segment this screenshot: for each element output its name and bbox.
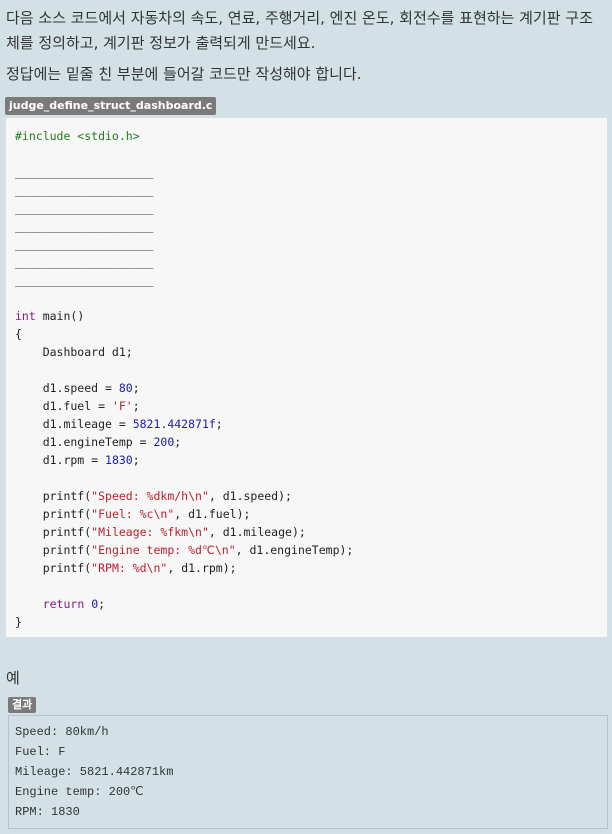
code-line: ____________________ bbox=[15, 163, 353, 181]
code-token: ; bbox=[132, 381, 140, 395]
code-token: ____________________ bbox=[15, 273, 154, 287]
code-line: printf("RPM: %d\n", d1.rpm); bbox=[15, 559, 353, 577]
code-token: int bbox=[15, 309, 36, 323]
code-token: , d1.rpm); bbox=[167, 561, 237, 575]
answer-instruction: 정답에는 밑줄 친 부분에 들어갈 코드만 작성해야 합니다. bbox=[6, 65, 362, 83]
code-token: return bbox=[42, 597, 85, 611]
code-line: d1.fuel = 'F'; bbox=[15, 397, 353, 415]
output-line: Mileage: 5821.442871km bbox=[15, 765, 174, 779]
code-token: Dashboard d1; bbox=[15, 345, 133, 359]
code-token: "Fuel: %c\n" bbox=[91, 507, 175, 521]
code-token: d1.fuel = bbox=[15, 399, 112, 413]
result-label-tag: 결과 bbox=[8, 697, 37, 713]
code-line: Dashboard d1; bbox=[15, 343, 353, 361]
code-line: ____________________ bbox=[15, 271, 353, 289]
code-token: , d1.fuel); bbox=[174, 507, 251, 521]
code-token: printf( bbox=[15, 489, 92, 503]
code-token: printf( bbox=[15, 543, 92, 557]
code-line: ____________________ bbox=[15, 199, 353, 217]
code-token: { bbox=[15, 327, 22, 341]
code-token: ____________________ bbox=[15, 201, 154, 215]
code-token: d1.engineTemp = bbox=[15, 435, 154, 449]
code-token: "Mileage: %fkm\n" bbox=[91, 525, 209, 539]
example-heading: 예 bbox=[6, 669, 20, 687]
code-token: ____________________ bbox=[15, 237, 154, 251]
code-token: 5821.442871f bbox=[132, 417, 216, 431]
code-block: #include <stdio.h> ____________________ _… bbox=[5, 117, 608, 638]
code-line: ____________________ bbox=[15, 235, 353, 253]
code-token: 1830 bbox=[105, 453, 133, 467]
code-token: ; bbox=[132, 399, 140, 413]
code-line: { bbox=[15, 325, 353, 343]
code-line: ____________________ bbox=[15, 181, 353, 199]
code-lines: #include <stdio.h> ____________________ _… bbox=[15, 127, 353, 631]
code-token: 'F' bbox=[111, 399, 133, 413]
code-line: #include <stdio.h> bbox=[15, 127, 353, 145]
code-token: ; bbox=[174, 435, 182, 449]
code-filename-tag: judge_define_struct_dashboard.c bbox=[5, 97, 217, 115]
code-token: printf( bbox=[15, 561, 92, 575]
output-line: Speed: 80km/h bbox=[15, 725, 109, 739]
code-token: printf( bbox=[15, 525, 92, 539]
code-token: ; bbox=[98, 597, 106, 611]
code-token: , d1.speed); bbox=[208, 489, 292, 503]
code-token: d1.speed = bbox=[15, 381, 119, 395]
code-line: ____________________ bbox=[15, 217, 353, 235]
code-token: "Speed: %dkm/h\n" bbox=[91, 489, 209, 503]
result-output-block: Speed: 80km/h Fuel: F Mileage: 5821.442871… bbox=[8, 715, 608, 829]
output-line: Engine temp: 200℃ bbox=[15, 785, 144, 799]
code-token: ____________________ bbox=[15, 219, 154, 233]
code-token: ____________________ bbox=[15, 183, 154, 197]
code-line: d1.engineTemp = 200; bbox=[15, 433, 353, 451]
code-line: d1.speed = 80; bbox=[15, 379, 353, 397]
problem-description: 다음 소스 코드에서 자동차의 속도, 연료, 주행거리, 엔진 온도, 회전수… bbox=[6, 9, 593, 52]
code-token: ; bbox=[215, 417, 223, 431]
code-token: printf( bbox=[15, 507, 92, 521]
code-token: ____________________ bbox=[15, 165, 154, 179]
code-token: 80 bbox=[118, 381, 133, 395]
code-token: ; bbox=[132, 453, 140, 467]
code-line: d1.mileage = 5821.442871f; bbox=[15, 415, 353, 433]
code-line: printf("Engine temp: %d℃\n", d1.engineTe… bbox=[15, 541, 354, 559]
code-line: printf("Speed: %dkm/h\n", d1.speed); bbox=[15, 487, 353, 505]
output-line: Fuel: F bbox=[15, 745, 66, 759]
code-token: , d1.engineTemp); bbox=[235, 543, 354, 557]
code-line: ____________________ bbox=[15, 253, 353, 271]
code-line: return 0; bbox=[15, 595, 353, 613]
code-token: 200 bbox=[153, 435, 175, 449]
code-token: } bbox=[15, 615, 22, 629]
code-token: "Engine temp: %d℃\n" bbox=[91, 543, 236, 557]
code-token: #include <stdio.h> bbox=[15, 129, 140, 143]
output-line: RPM: 1830 bbox=[15, 805, 80, 819]
code-token: main() bbox=[35, 309, 85, 323]
code-line: } bbox=[15, 613, 353, 631]
code-token: ____________________ bbox=[15, 255, 154, 269]
code-line: printf("Fuel: %c\n", d1.fuel); bbox=[15, 505, 353, 523]
result-lines: Speed: 80km/h Fuel: F Mileage: 5821.442871… bbox=[15, 722, 173, 822]
code-token: "RPM: %d\n" bbox=[91, 561, 168, 575]
code-line: printf("Mileage: %fkm\n", d1.mileage); bbox=[15, 523, 353, 541]
code-line: d1.rpm = 1830; bbox=[15, 451, 353, 469]
code-token: d1.mileage = bbox=[15, 417, 133, 431]
code-line: int main() bbox=[15, 307, 353, 325]
code-token: , d1.mileage); bbox=[208, 525, 306, 539]
code-token: d1.rpm = bbox=[15, 453, 106, 467]
